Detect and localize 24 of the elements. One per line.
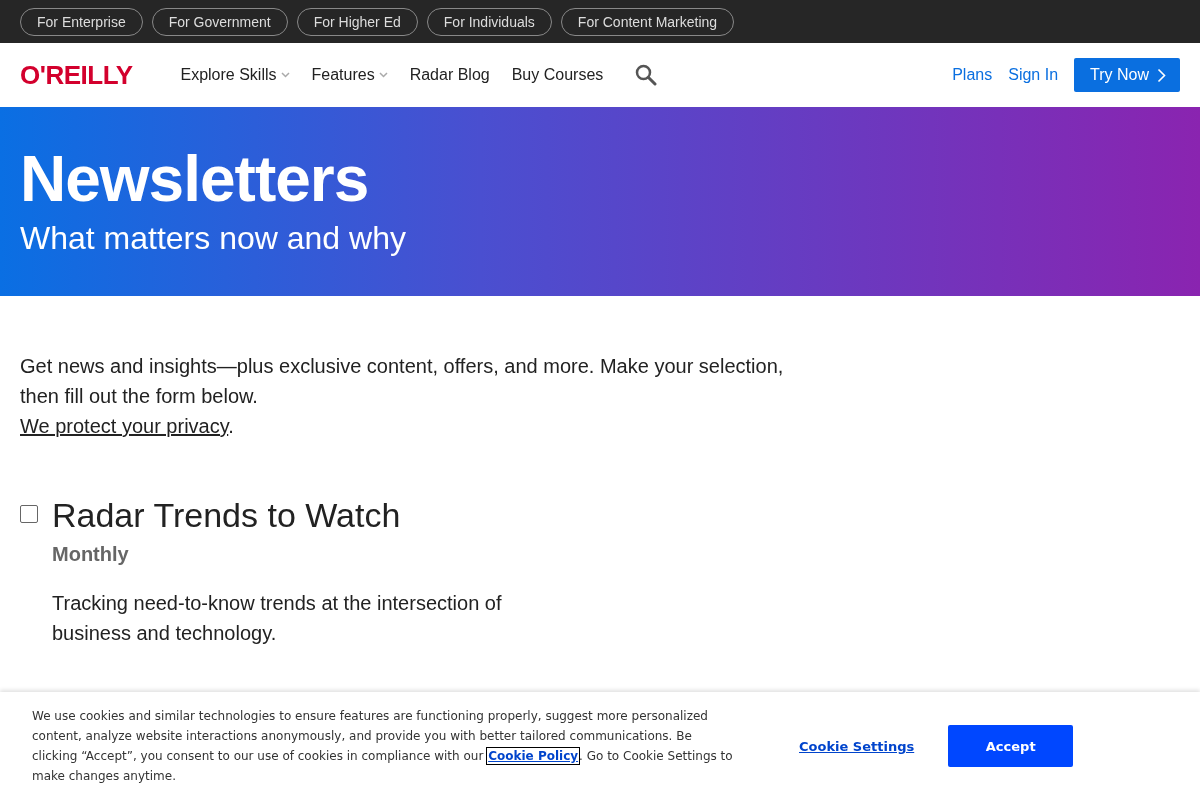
cookie-notice: We use cookies and similar technologies to ensure features are functioning properly, suggest more personalized content, analyze website interactions anonymously, and provide you with better tailored communications. Be clicking “Accept”, you consent to our use of cookies in compliance with our Cookie Policy. Go to Cookie Settings to make changes anytime. xyxy=(32,708,734,785)
newsletter-description: Tracking need-to-know trends at the intersection of business and technology. xyxy=(52,591,503,646)
chevron-down-icon xyxy=(280,72,290,78)
logo[interactable]: O'REILLY xyxy=(20,59,133,91)
checkbox[interactable] xyxy=(20,505,38,523)
search-icon[interactable] xyxy=(635,64,658,86)
accept-button[interactable]: Accept xyxy=(948,725,1074,767)
nav-link[interactable]: Radar Blog xyxy=(409,66,490,84)
newsletter-frequency: Monthly xyxy=(52,543,130,566)
try-now-button[interactable]: Try Now xyxy=(1074,58,1180,92)
intro-text: Get news and insights—plus exclusive content, offers, and more. Make your selection, then fill out the form below. We protect your privacy. xyxy=(20,354,785,439)
privacy-link[interactable]: We protect your privacy xyxy=(20,415,229,437)
nav-link[interactable]: Buy Courses xyxy=(511,66,604,84)
account-link[interactable]: Sign In xyxy=(1008,66,1059,84)
page-title: Newsletters xyxy=(20,143,370,215)
cookie-settings-link[interactable]: Cookie Settings xyxy=(799,738,915,754)
newsletter-title: Radar Trends to Watch xyxy=(52,497,402,533)
account-link[interactable]: Plans xyxy=(952,66,993,84)
cookie-policy-link[interactable]: Cookie Policy xyxy=(487,748,580,764)
page-subtitle: What matters now and why xyxy=(20,219,407,257)
chevron-right-icon xyxy=(1157,67,1166,83)
nav-link[interactable]: Explore Skills xyxy=(180,66,290,84)
nav-link[interactable]: Features xyxy=(311,66,388,84)
chevron-down-icon xyxy=(378,72,388,78)
